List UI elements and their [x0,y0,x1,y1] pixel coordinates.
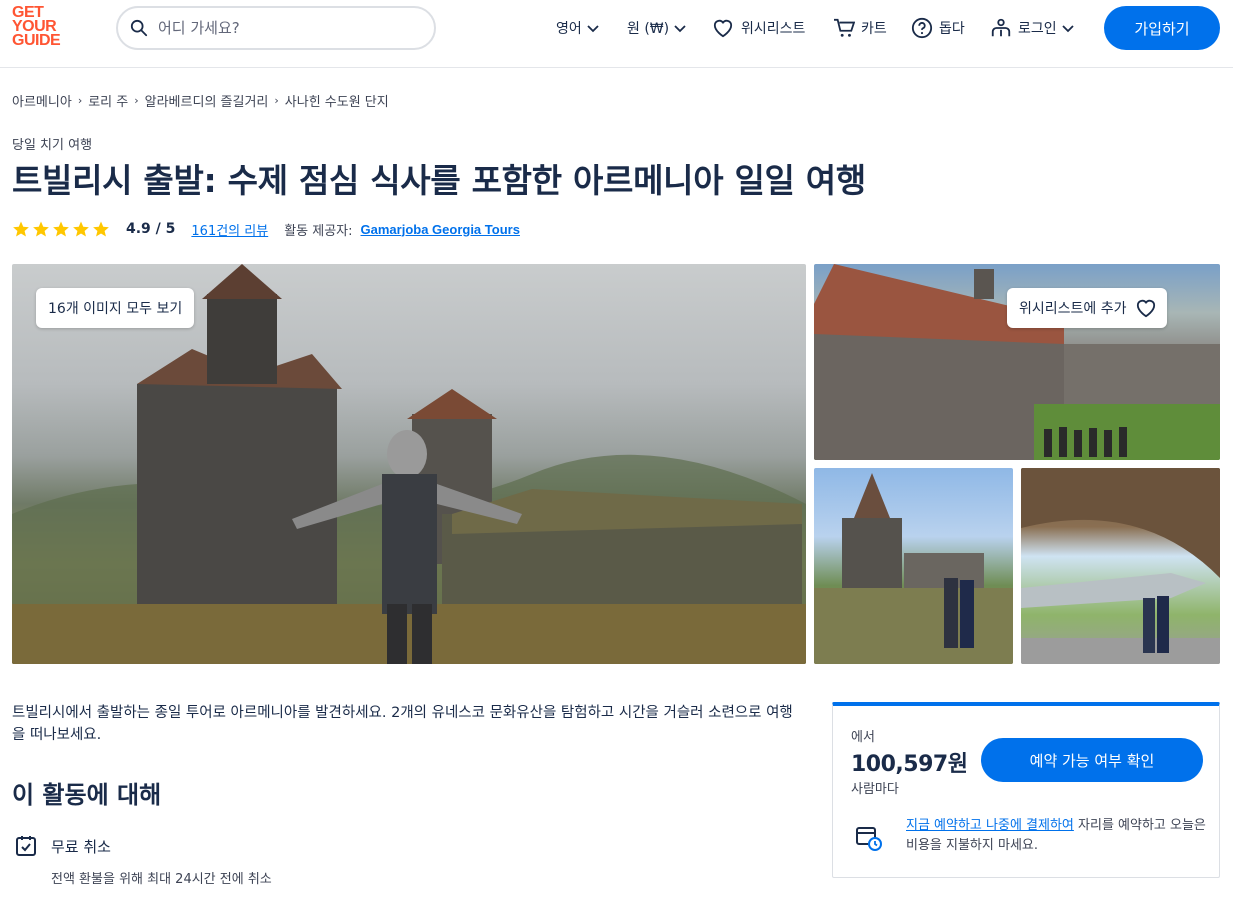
chevron-down-icon [1062,25,1074,33]
breadcrumb-separator-icon: › [77,94,83,107]
rating-row: 4.9 / 5 161건의 리뷰 활동 제공자: Gamarjoba Georg… [12,218,520,240]
jet-museum-photo-illustration [1021,468,1220,664]
add-to-wishlist-label: 위시리스트에 추가 [1019,301,1127,317]
add-to-wishlist-button[interactable]: 위시리스트에 추가 [1007,288,1167,328]
booking-card: 에서 100,597원 사람마다 예약 가능 여부 확인 지금 예약하고 나중에… [832,702,1220,878]
star-icon [13,221,29,237]
help-label: 돕다 [939,21,965,37]
currency-label: 원 (₩) [627,21,670,37]
provider-label: 활동 제공자: [284,223,353,239]
breadcrumb-separator-icon: › [274,94,279,107]
view-all-images-button[interactable]: 16개 이미지 모두 보기 [36,288,195,328]
wishlist-label: 위시리스트 [741,21,806,37]
per-person-label: 사람마다 [851,782,899,797]
reviews-link[interactable]: 161건의 리뷰 [191,220,268,239]
help-icon [911,17,933,39]
language-label: 영어 [556,21,582,37]
breadcrumb-item[interactable]: 사나힌 수도원 단지 [285,91,389,110]
chevron-down-icon [674,25,686,33]
star-icon [33,221,49,237]
currency-selector[interactable]: 원 (₩) [627,16,687,40]
provider-link[interactable]: Gamarjoba Georgia Tours [361,222,520,237]
heart-icon [1136,299,1155,318]
star-rating [12,220,110,238]
gallery-photo-2[interactable] [814,468,1013,664]
couple-monastery-photo-illustration [814,473,1013,664]
language-selector[interactable]: 영어 [556,16,600,40]
login-label: 로그인 [1018,21,1057,37]
activity-category: 당일 치기 여행 [12,138,93,153]
star-icon [93,221,109,237]
feature-title: 무료 취소 [51,838,111,856]
page-title: 트빌리시 출발: 수제 점심 식사를 포함한 아르메니아 일일 여행 [12,161,866,200]
calendar-clock-icon [856,827,882,851]
breadcrumb-item[interactable]: 로리 주 [88,91,128,110]
feature-description: 전액 환불을 위해 최대 24시간 전에 취소 [51,872,272,887]
star-icon [53,221,69,237]
logo-line-3: GUIDE [12,32,61,49]
reserve-now-link[interactable]: 지금 예약하고 나중에 결제하여 [906,818,1074,833]
wishlist-nav[interactable]: 위시리스트 [712,16,805,40]
heart-icon [713,19,733,38]
user-group-icon [991,18,1011,37]
search-icon [130,19,148,37]
search-box[interactable] [116,6,436,50]
cart-icon [834,18,855,37]
getyourguide-logo[interactable]: GET YOUR GUIDE [12,5,72,49]
chevron-down-icon [587,25,599,33]
breadcrumb-separator-icon: › [134,94,139,107]
rating-value: 4.9 / 5 [126,221,176,237]
reserve-now-pay-later: 지금 예약하고 나중에 결제하여 자리를 예약하고 오늘은 비용을 지불하지 마… [906,816,1206,856]
star-icon [73,221,89,237]
login-nav[interactable]: 로그인 [990,16,1075,40]
breadcrumb-item[interactable]: 아르메니아 [12,91,72,110]
gallery-photo-3[interactable] [1021,468,1220,664]
help-nav[interactable]: 돕다 [911,16,965,40]
about-section-title: 이 활동에 대해 [12,781,162,809]
free-cancellation-feature: 무료 취소 전액 환불을 위해 최대 24시간 전에 취소 [14,834,272,887]
activity-intro: 트빌리시에서 출발하는 종일 투어로 아르메니아를 발견하세요. 2개의 유네스… [12,705,793,743]
search-input[interactable] [158,19,398,37]
price-value: 100,597원 [851,752,968,777]
cart-label: 카트 [861,21,887,37]
breadcrumb-item[interactable]: 알라베르디의 즐길거리 [145,91,269,110]
check-availability-button[interactable]: 예약 가능 여부 확인 [981,738,1203,782]
cart-nav[interactable]: 카트 [833,16,887,40]
signup-button[interactable]: 가입하기 [1104,6,1220,50]
top-header: GET YOUR GUIDE 영어 원 (₩) 위시리스트 카트 돕다 로그인 … [0,0,1233,68]
price-from-label: 에서 [851,730,875,745]
calendar-check-icon [16,836,36,856]
breadcrumb: 아르메니아 › 로리 주 › 알라베르디의 즐길거리 › 사나힌 수도원 단지 [12,91,389,110]
